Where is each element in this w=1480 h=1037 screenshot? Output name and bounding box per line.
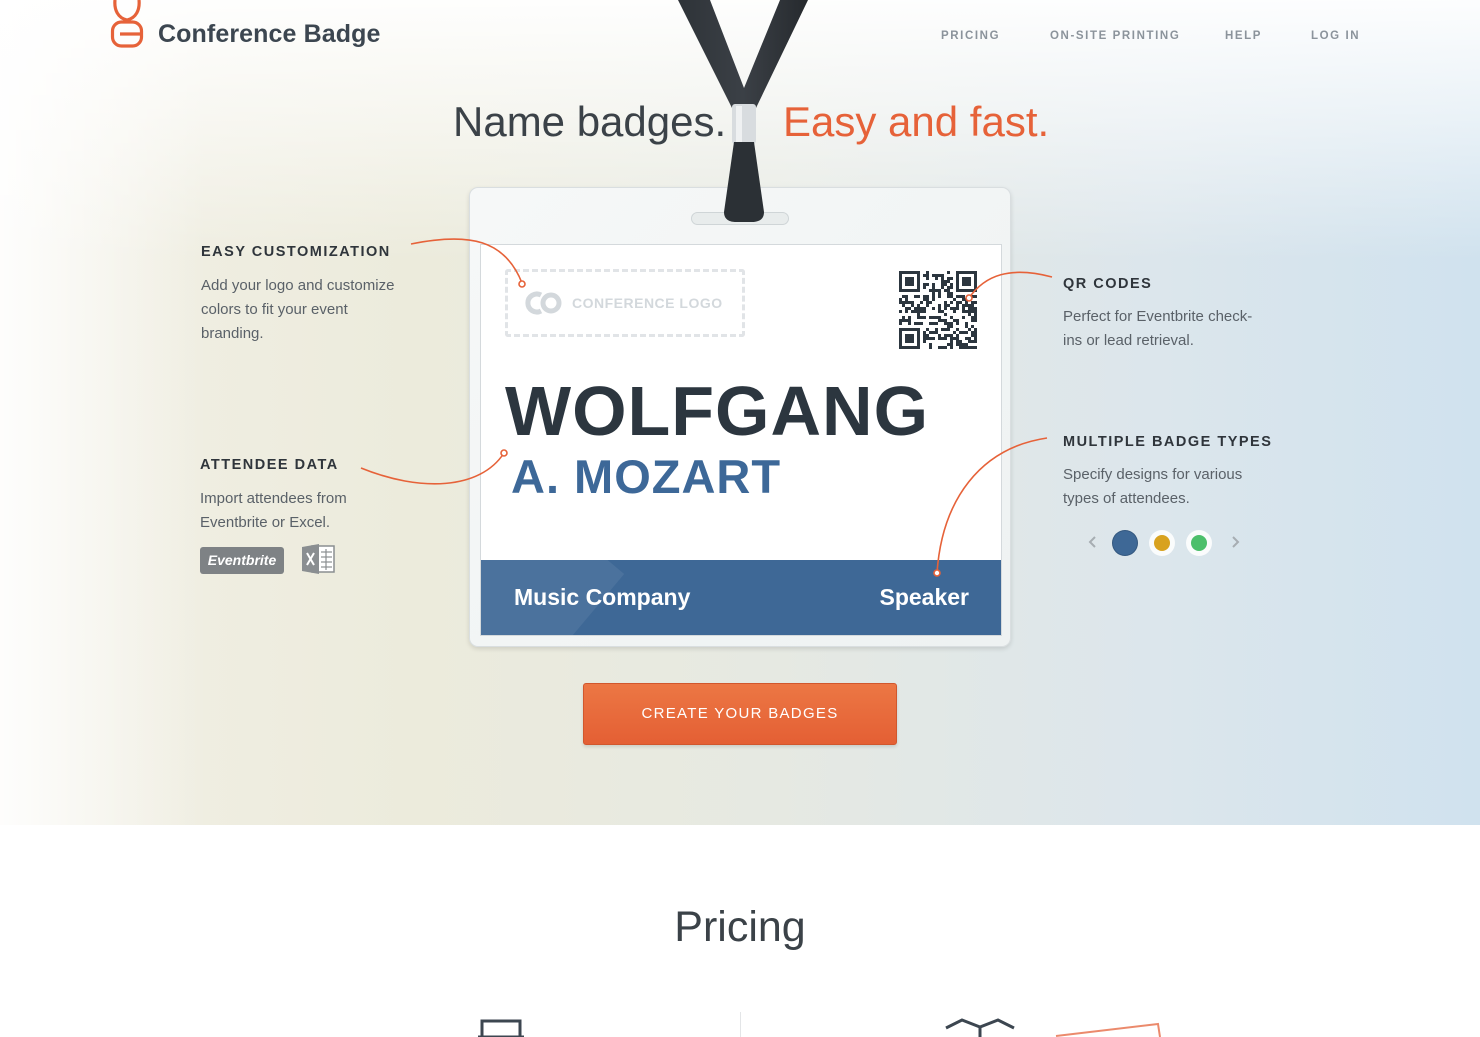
feature-desc-attendee-data: Import attendees from Eventbrite or Exce…: [200, 490, 347, 531]
feature-title-attendee-data: ATTENDEE DATA: [200, 457, 339, 473]
attendee-first-name: WOLFGANG: [505, 372, 930, 450]
conference-logo-placeholder[interactable]: CONFERENCE LOGO: [505, 269, 745, 337]
feature-desc-badge-types: Specify designs for various types of att…: [1063, 466, 1243, 507]
badge-type-swatch-blue[interactable]: [1112, 530, 1138, 556]
chevron-right-icon[interactable]: [1228, 532, 1242, 552]
excel-icon: [302, 544, 335, 574]
badge-type-swatch-green[interactable]: [1191, 535, 1207, 551]
badge-face: CONFERENCE LOGO WOLFGANG A. MOZART Music…: [480, 244, 1002, 636]
feature-desc-qr-codes: Perfect for Eventbrite check-ins or lead…: [1063, 308, 1253, 349]
conference-logo-text: CONFERENCE LOGO: [572, 295, 723, 311]
monitor-icon: [478, 1019, 524, 1037]
feature-title-badge-types: MULTIPLE BADGE TYPES: [1063, 434, 1273, 450]
feature-title-qr-codes: QR CODES: [1063, 276, 1153, 292]
hero-section: Conference Badge PRICING ON-SITE PRINTIN…: [0, 0, 1480, 825]
feature-title-customization: EASY CUSTOMIZATION: [201, 244, 391, 260]
pricing-divider: [740, 1012, 741, 1037]
nav-help[interactable]: HELP: [1225, 30, 1262, 42]
qr-code-icon: [899, 271, 977, 349]
attendee-last-name: A. MOZART: [511, 450, 782, 503]
chevron-left-icon[interactable]: [1086, 532, 1100, 552]
pricing-heading: Pricing: [674, 903, 806, 951]
nav-pricing[interactable]: PRICING: [941, 30, 1000, 42]
box-icon: [945, 1018, 1161, 1037]
create-badges-button[interactable]: CREATE YOUR BADGES: [583, 683, 897, 745]
badge-preview[interactable]: CONFERENCE LOGO WOLFGANG A. MOZART Music…: [469, 187, 1011, 647]
nav-on-site-printing[interactable]: ON-SITE PRINTING: [1050, 30, 1180, 42]
headline-right: Easy and fast.: [783, 98, 1050, 145]
attendee-role: Speaker: [879, 584, 969, 610]
badge-type-selector: [1085, 528, 1245, 558]
badge-footer-band: Music Company Speaker: [481, 560, 1001, 635]
nav-log-in[interactable]: LOG IN: [1311, 30, 1360, 42]
lanyard-graphic: [678, 0, 808, 222]
feature-desc-customization: Add your logo and customize colors to fi…: [201, 277, 395, 342]
attendee-company: Music Company: [514, 584, 691, 610]
conference-logo-mark-icon: [525, 291, 562, 315]
eventbrite-logo: Eventbrite: [200, 547, 284, 574]
badge-type-swatch-yellow[interactable]: [1154, 535, 1170, 551]
